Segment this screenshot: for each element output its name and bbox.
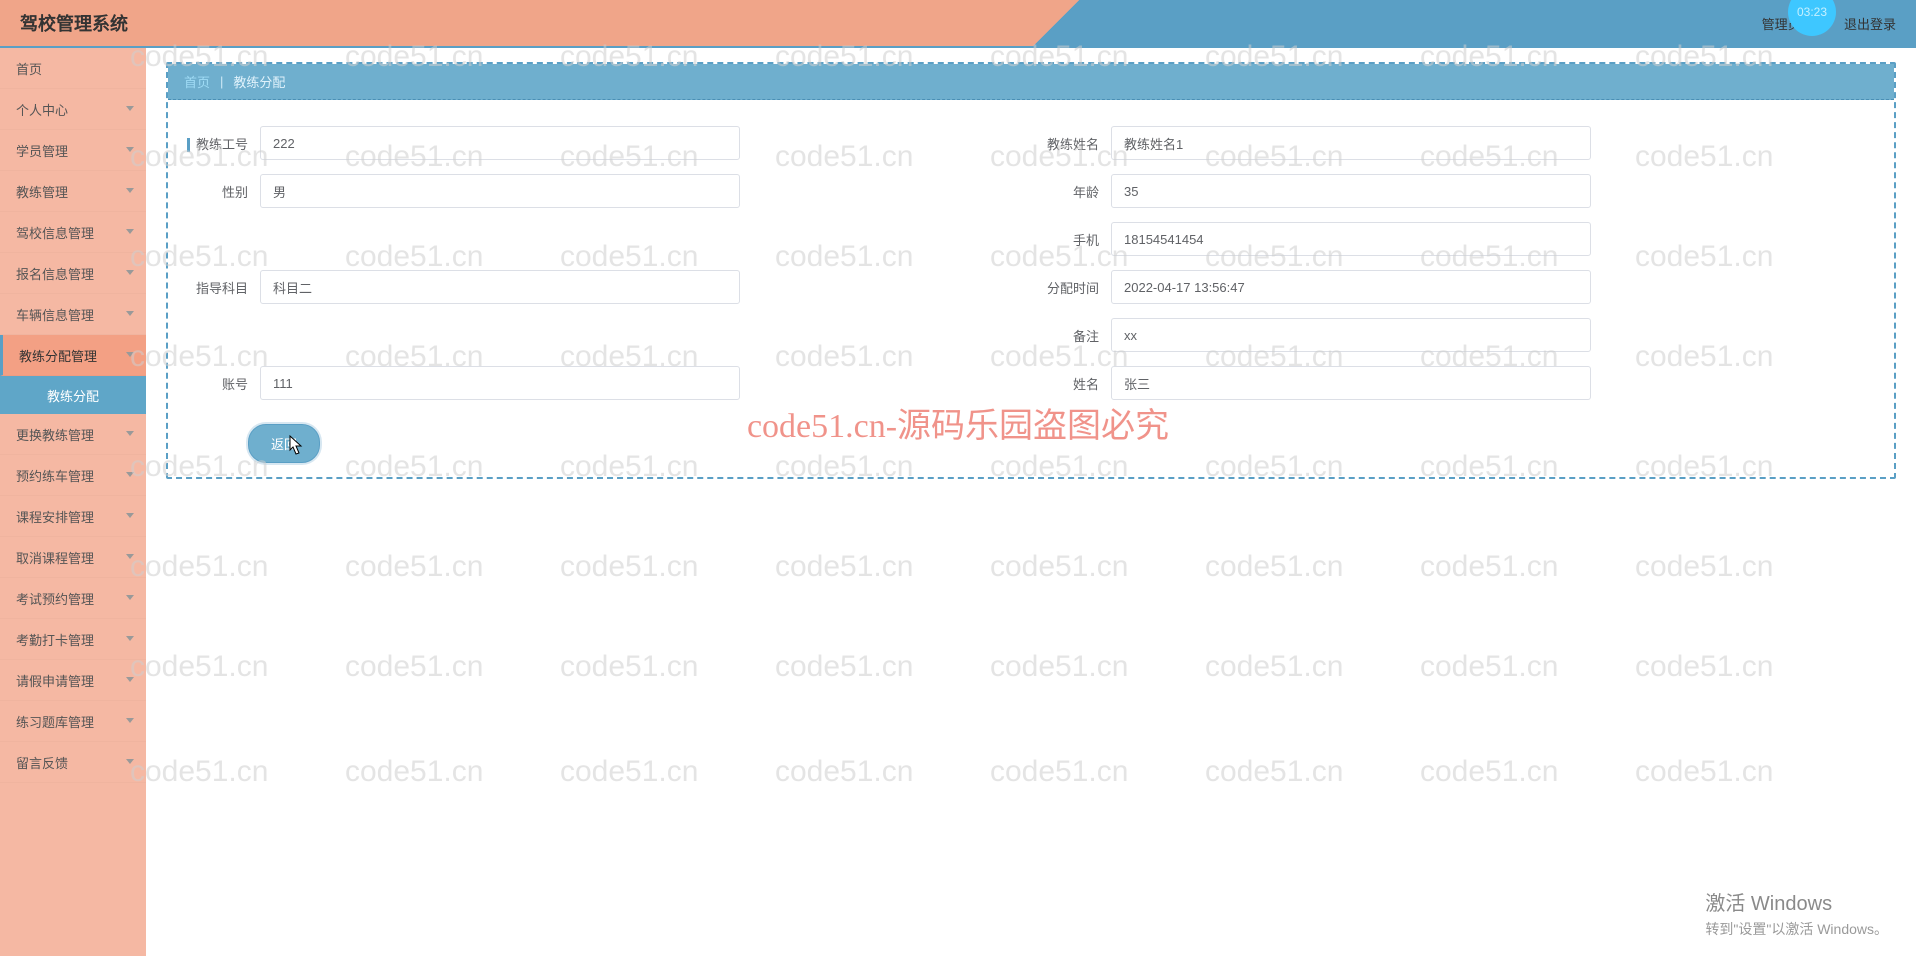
form-row: 指导科目 <box>180 264 1031 310</box>
content-panel: 首页 | 教练分配 教练工号性别指导科目账号 教练姓名年龄手机分配时间备注姓名 … <box>166 62 1896 479</box>
sidebar-item-14[interactable]: 请假申请管理 <box>0 660 146 701</box>
sidebar: 首页个人中心学员管理教练管理驾校信息管理报名信息管理车辆信息管理教练分配管理教练… <box>0 48 146 956</box>
right-input-2[interactable] <box>1111 222 1591 256</box>
cursor-pointer-icon <box>288 434 306 456</box>
breadcrumb-separator: | <box>220 74 223 89</box>
form-row: 性别 <box>180 168 1031 214</box>
right-input-4[interactable] <box>1111 318 1591 352</box>
sidebar-subitem[interactable]: 教练分配 <box>0 376 146 414</box>
left-input-1[interactable] <box>260 174 740 208</box>
left-input-0[interactable] <box>260 126 740 160</box>
app-title: 驾校管理系统 <box>20 10 128 36</box>
sidebar-item-5[interactable]: 报名信息管理 <box>0 253 146 294</box>
form-left-column: 教练工号性别指导科目账号 <box>180 120 1031 408</box>
sidebar-item-13[interactable]: 考勤打卡管理 <box>0 619 146 660</box>
form-row <box>180 312 1031 358</box>
breadcrumb: 首页 | 教练分配 <box>168 64 1894 100</box>
form-label: 备注 <box>1031 326 1101 345</box>
form-right-column: 教练姓名年龄手机分配时间备注姓名 <box>1031 120 1882 408</box>
form-label: 教练姓名 <box>1031 134 1101 153</box>
activate-subtitle: 转到"设置"以激活 Windows。 <box>1705 919 1888 940</box>
sidebar-item-4[interactable]: 驾校信息管理 <box>0 212 146 253</box>
form-row: 年龄 <box>1031 168 1882 214</box>
app-header: 驾校管理系统 03:23 管理员 abo 退出登录 <box>0 0 1916 48</box>
sidebar-item-0[interactable]: 首页 <box>0 48 146 89</box>
form-row <box>180 216 1031 262</box>
form-label: 年龄 <box>1031 182 1101 201</box>
form-row: 分配时间 <box>1031 264 1882 310</box>
left-input-3[interactable] <box>260 270 740 304</box>
form-row: 备注 <box>1031 312 1882 358</box>
right-input-3[interactable] <box>1111 270 1591 304</box>
sidebar-item-2[interactable]: 学员管理 <box>0 130 146 171</box>
form-row: 手机 <box>1031 216 1882 262</box>
form-label: 手机 <box>1031 230 1101 249</box>
sidebar-item-9[interactable]: 预约练车管理 <box>0 455 146 496</box>
breadcrumb-home[interactable]: 首页 <box>184 72 210 91</box>
back-button[interactable]: 返回 <box>248 424 320 463</box>
sidebar-item-10[interactable]: 课程安排管理 <box>0 496 146 537</box>
sidebar-item-1[interactable]: 个人中心 <box>0 89 146 130</box>
activate-title: 激活 Windows <box>1705 889 1888 919</box>
sidebar-item-12[interactable]: 考试预约管理 <box>0 578 146 619</box>
right-input-0[interactable] <box>1111 126 1591 160</box>
form-label: 分配时间 <box>1031 278 1101 297</box>
form-row: 账号 <box>180 360 1031 406</box>
sidebar-item-7[interactable]: 教练分配管理 <box>0 335 146 376</box>
form-label: 性别 <box>180 182 250 201</box>
sidebar-item-3[interactable]: 教练管理 <box>0 171 146 212</box>
sidebar-item-15[interactable]: 练习题库管理 <box>0 701 146 742</box>
form-row: 教练姓名 <box>1031 120 1882 166</box>
form-label: 账号 <box>180 374 250 393</box>
main-content: 首页 | 教练分配 教练工号性别指导科目账号 教练姓名年龄手机分配时间备注姓名 … <box>146 48 1916 956</box>
sidebar-item-11[interactable]: 取消课程管理 <box>0 537 146 578</box>
form-area: 教练工号性别指导科目账号 教练姓名年龄手机分配时间备注姓名 <box>168 100 1894 418</box>
sidebar-item-6[interactable]: 车辆信息管理 <box>0 294 146 335</box>
right-input-1[interactable] <box>1111 174 1591 208</box>
form-label: 姓名 <box>1031 374 1101 393</box>
breadcrumb-current: 教练分配 <box>233 72 285 91</box>
logout-link[interactable]: 退出登录 <box>1844 14 1896 33</box>
sidebar-item-8[interactable]: 更换教练管理 <box>0 414 146 455</box>
form-row: 教练工号 <box>180 120 1031 166</box>
left-input-5[interactable] <box>260 366 740 400</box>
form-label: 教练工号 <box>180 134 250 153</box>
sidebar-item-16[interactable]: 留言反馈 <box>0 742 146 783</box>
form-label: 指导科目 <box>180 278 250 297</box>
form-row: 姓名 <box>1031 360 1882 406</box>
right-input-5[interactable] <box>1111 366 1591 400</box>
activate-windows-overlay: 激活 Windows 转到"设置"以激活 Windows。 <box>1705 889 1888 940</box>
button-row: 返回 <box>168 424 1894 463</box>
